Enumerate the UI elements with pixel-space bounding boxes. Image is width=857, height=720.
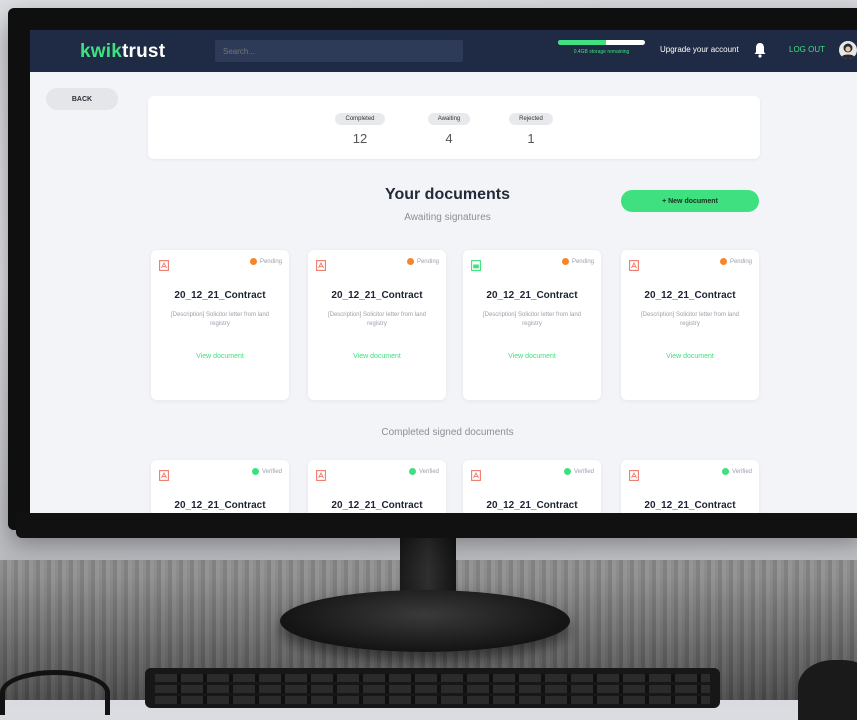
pdf-icon [159,468,169,481]
stats-panel: Completed 12 Awaiting 4 Rejected 1 [148,96,760,159]
view-document-link[interactable]: View document [151,353,289,360]
keyboard [145,668,720,708]
status-badge: Pending [406,258,439,265]
document-description: [Description] Solicitor letter from land… [482,312,582,327]
status-badge: Verified [408,468,439,475]
back-button[interactable]: BACK [46,88,118,110]
status-dot [251,468,259,475]
status-dot [408,468,416,475]
status-dot [563,468,571,475]
new-document-button[interactable]: + New document [621,190,759,212]
stat-label: Completed [335,113,385,125]
status-text: Verified [418,468,439,475]
status-dot [721,468,729,475]
storage-fill [558,40,606,45]
document-title: 20_12_21_Contract [331,290,423,301]
monitor-bezel [16,513,857,538]
monitor: kwiktrust 0.4GB storage remaining Upgrad… [8,8,857,538]
status-badge: Verified [251,468,282,475]
status-text: Pending [416,258,439,265]
avatar[interactable] [839,41,857,59]
awaiting-section-title: Awaiting signatures [404,212,491,223]
status-dot [719,258,727,265]
document-description: [Description] Solicitor letter from land… [170,312,270,327]
document-title: 20_12_21_Contract [486,500,578,511]
awaiting-document-card[interactable]: Pending 20_12_21_Contract [Description] So… [151,250,289,400]
status-text: Verified [261,468,282,475]
view-document-link[interactable]: View document [621,353,759,360]
status-text: Pending [729,258,752,265]
awaiting-document-card[interactable]: Pending 20_12_21_Contract [Description] So… [621,250,759,400]
monitor-stand-base [280,590,570,652]
user-avatar-icon [840,43,856,59]
status-dot [249,258,257,265]
status-badge: Pending [561,258,594,265]
status-badge: Verified [563,468,594,475]
view-document-link[interactable]: View document [308,353,446,360]
awaiting-document-card[interactable]: Pending 20_12_21_Contract [Description] So… [463,250,601,400]
status-text: Pending [259,258,282,265]
storage-meter: 0.4GB storage remaining [558,40,645,55]
stat-awaiting[interactable]: Awaiting 4 [413,107,485,146]
document-title: 20_12_21_Contract [174,500,266,511]
pdf-icon [629,258,639,271]
status-text: Verified [731,468,752,475]
document-title: 20_12_21_Contract [644,500,736,511]
pdf-icon [629,468,639,481]
completed-section-title: Completed signed documents [381,427,514,438]
status-badge: Pending [249,258,282,265]
status-text: Verified [573,468,594,475]
document-description: [Description] Solicitor letter from land… [327,312,427,327]
glasses [0,670,110,715]
search-input[interactable] [215,40,463,62]
top-navbar: kwiktrust 0.4GB storage remaining Upgrad… [30,30,857,72]
storage-label: 0.4GB storage remaining [573,49,630,55]
document-description: [Description] Solicitor letter from land… [640,312,740,327]
pdf-icon [471,468,481,481]
stat-label: Rejected [509,113,553,125]
view-document-link[interactable]: View document [463,353,601,360]
stat-label: Awaiting [427,113,471,125]
pdf-icon [159,258,169,271]
document-title: 20_12_21_Contract [331,500,423,511]
logo[interactable]: kwiktrust [80,41,165,63]
logout-link[interactable]: LOG OUT [789,45,825,54]
awaiting-document-card[interactable]: Pending 20_12_21_Contract [Description] So… [308,250,446,400]
bell-icon[interactable] [753,42,767,58]
document-title: 20_12_21_Contract [644,290,736,301]
screen: kwiktrust 0.4GB storage remaining Upgrad… [30,30,857,522]
status-badge: Verified [721,468,752,475]
status-text: Pending [571,258,594,265]
stat-value: 4 [445,131,453,146]
stat-completed[interactable]: Completed 12 [324,107,396,146]
mouse [798,660,857,720]
status-dot [561,258,569,265]
pdf-icon [316,258,326,271]
stat-value: 12 [352,131,368,146]
status-badge: Pending [719,258,752,265]
image-file-icon [471,258,481,271]
stat-rejected[interactable]: Rejected 1 [495,107,567,146]
document-title: 20_12_21_Contract [486,290,578,301]
pdf-icon [316,468,326,481]
upgrade-account-link[interactable]: Upgrade your account [660,45,739,54]
stat-value: 1 [527,131,535,146]
status-dot [406,258,414,265]
document-title: 20_12_21_Contract [174,290,266,301]
